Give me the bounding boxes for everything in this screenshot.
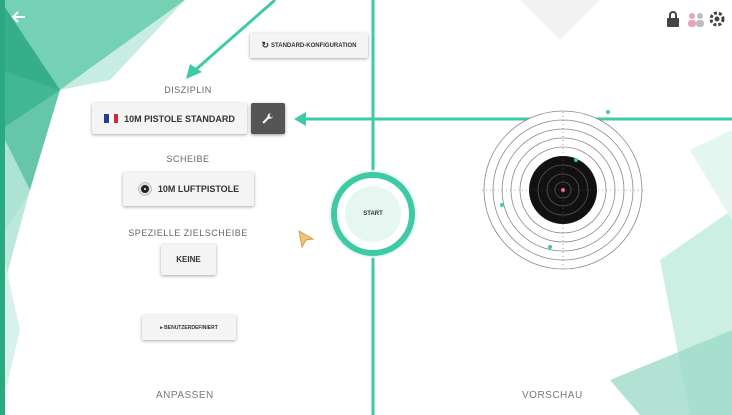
wrench-icon bbox=[262, 112, 274, 123]
preview-label: VORSCHAU bbox=[522, 390, 583, 401]
gear-icon[interactable] bbox=[708, 10, 726, 28]
arrow-left-icon[interactable] bbox=[10, 8, 28, 26]
start-button[interactable]: START bbox=[331, 172, 415, 256]
target-label: SCHEIBE bbox=[166, 154, 210, 164]
discipline-value: 10M PISTOLE STANDARD bbox=[124, 113, 235, 124]
special-target-button[interactable]: KEINE bbox=[161, 244, 216, 275]
custom-button[interactable]: ▸ BENUTZERDEFINIERT bbox=[142, 315, 236, 340]
target-value: 10M LUFTPISTOLE bbox=[157, 184, 240, 194]
standard-configuration-button[interactable]: ↻ STANDARD-KONFIGURATION bbox=[250, 33, 368, 58]
customize-label: ANPASSEN bbox=[156, 390, 214, 401]
top-icon-bar bbox=[664, 10, 726, 28]
target-icon bbox=[138, 182, 152, 196]
people-icon[interactable] bbox=[686, 10, 704, 28]
lock-icon[interactable] bbox=[664, 10, 682, 28]
france-flag-icon bbox=[104, 114, 119, 123]
target-preview bbox=[482, 110, 644, 270]
refresh-icon: ↻ bbox=[261, 40, 270, 50]
special-target-label: SPEZIELLE ZIELSCHEIBE bbox=[128, 228, 248, 238]
cursor-arrow-icon bbox=[298, 230, 314, 248]
discipline-label: DISZIPLIN bbox=[164, 85, 212, 95]
discipline-settings-button[interactable] bbox=[251, 103, 285, 134]
start-label: START bbox=[363, 211, 383, 217]
start-inner: START bbox=[345, 186, 401, 242]
standard-configuration-label: STANDARD-KONFIGURATION bbox=[271, 42, 357, 49]
target-select-button[interactable]: 10M LUFTPISTOLE bbox=[123, 172, 254, 206]
discipline-select-button[interactable]: 10M PISTOLE STANDARD bbox=[92, 103, 247, 134]
